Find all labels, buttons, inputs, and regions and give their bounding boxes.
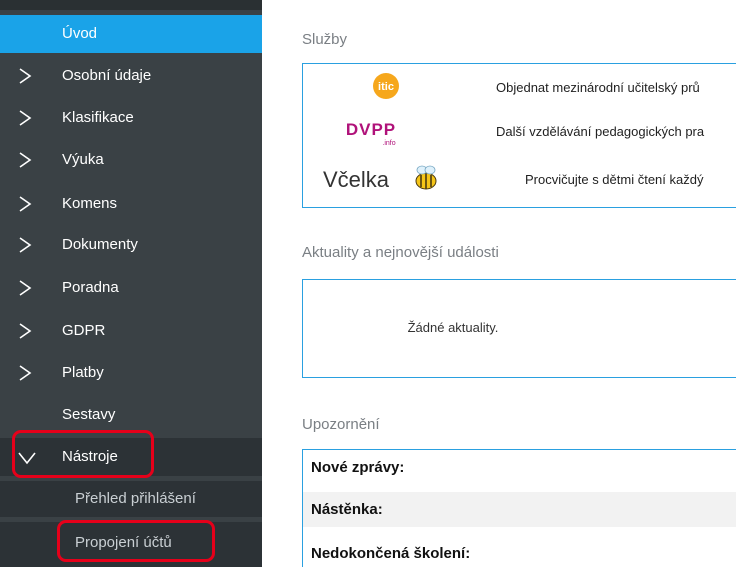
section-title-news: Aktuality a nejnovější události <box>302 244 499 261</box>
sidebar-item-sestavy[interactable]: Sestavy <box>0 396 262 434</box>
sidebar-top-strip <box>0 0 262 10</box>
sidebar-item-osobni-udaje[interactable]: Osobní údaje <box>0 57 262 95</box>
sidebar-item-dokumenty[interactable]: Dokumenty <box>0 226 262 264</box>
service-row-vcelka[interactable]: Včelka Procvičujte s dětmi čtení každý <box>303 161 736 199</box>
sidebar-item-label: GDPR <box>62 322 106 339</box>
svg-text:Včelka: Včelka <box>323 167 390 192</box>
svg-text:itic: itic <box>378 81 394 93</box>
sidebar-item-label: Výuka <box>62 151 104 168</box>
svg-text:.info: .info <box>382 140 395 147</box>
section-title-alerts: Upozornění <box>302 416 380 433</box>
chevron-right-icon <box>18 99 38 137</box>
sidebar-item-label: Nástroje <box>62 448 118 465</box>
sidebar-item-poradna[interactable]: Poradna <box>0 269 262 307</box>
chevron-right-icon <box>18 226 38 264</box>
service-text: Procvičujte s dětmi čtení každý <box>525 172 704 187</box>
sidebar-subitem-label: Propojení účtů <box>75 534 172 551</box>
dvpp-logo: DVPP .info <box>333 113 409 151</box>
sidebar-item-label: Úvod <box>62 25 98 42</box>
sidebar-item-label: Sestavy <box>62 406 116 423</box>
sidebar-item-nastroje[interactable]: Nástroje <box>0 438 262 476</box>
sidebar-subitem-prehled-prihlaseni[interactable]: Přehled přihlášení <box>0 481 262 517</box>
services-panel: itic Objednat mezinárodní učitelský prů … <box>302 63 736 208</box>
service-row-dvpp[interactable]: DVPP .info Další vzdělávání pedagogickýc… <box>303 113 736 151</box>
sidebar-item-label: Osobní údaje <box>62 67 152 84</box>
service-text: Další vzdělávání pedagogických pra <box>496 124 705 139</box>
sidebar-nav: Úvod Osobní údaje Klasifikace Výuka Kome… <box>0 0 262 567</box>
chevron-down-icon <box>18 438 38 476</box>
news-panel: Žádné aktuality. <box>302 279 736 378</box>
alert-row-bulletin[interactable]: Nástěnka: <box>303 492 736 527</box>
chevron-right-icon <box>18 141 38 179</box>
chevron-right-icon <box>18 354 38 392</box>
alert-row-unfinished-trainings[interactable]: Nedokončená školení: <box>303 536 736 567</box>
chevron-right-icon <box>18 269 38 307</box>
sidebar-item-label: Dokumenty <box>62 236 138 253</box>
alert-row-new-messages[interactable]: Nové zprávy: <box>303 450 736 485</box>
sidebar-item-komens[interactable]: Komens <box>0 185 262 223</box>
vcelka-logo: Včelka <box>323 161 453 199</box>
sidebar-item-label: Klasifikace <box>62 109 134 126</box>
service-row-itic[interactable]: itic Objednat mezinárodní učitelský prů <box>303 69 736 107</box>
service-text: Objednat mezinárodní učitelský prů <box>496 80 700 95</box>
sidebar-item-uvod[interactable]: Úvod <box>0 15 262 53</box>
alerts-panel: Nové zprávy: Nástěnka: Nedokončená škole… <box>302 449 736 567</box>
sidebar-item-label: Platby <box>62 364 104 381</box>
section-title-services: Služby <box>302 31 348 48</box>
sidebar-subitem-propojeni-uctu[interactable]: Propojení účtů <box>0 522 262 567</box>
sidebar-item-gdpr[interactable]: GDPR <box>0 312 262 350</box>
chevron-right-icon <box>18 185 38 223</box>
itic-logo: itic <box>366 69 406 107</box>
chevron-right-icon <box>18 57 38 95</box>
news-empty-text: Žádné aktuality. <box>407 320 499 335</box>
main-content: Služby itic Objednat mezinárodní učitels… <box>262 0 736 567</box>
sidebar-item-label: Poradna <box>62 279 119 296</box>
sidebar-item-platby[interactable]: Platby <box>0 354 262 392</box>
sidebar-subitem-label: Přehled přihlášení <box>75 490 196 507</box>
sidebar-item-klasifikace[interactable]: Klasifikace <box>0 99 262 137</box>
sidebar-item-label: Komens <box>62 195 118 212</box>
sidebar-item-vyuka[interactable]: Výuka <box>0 141 262 179</box>
svg-text:DVPP: DVPP <box>346 120 396 139</box>
chevron-right-icon <box>18 312 38 350</box>
